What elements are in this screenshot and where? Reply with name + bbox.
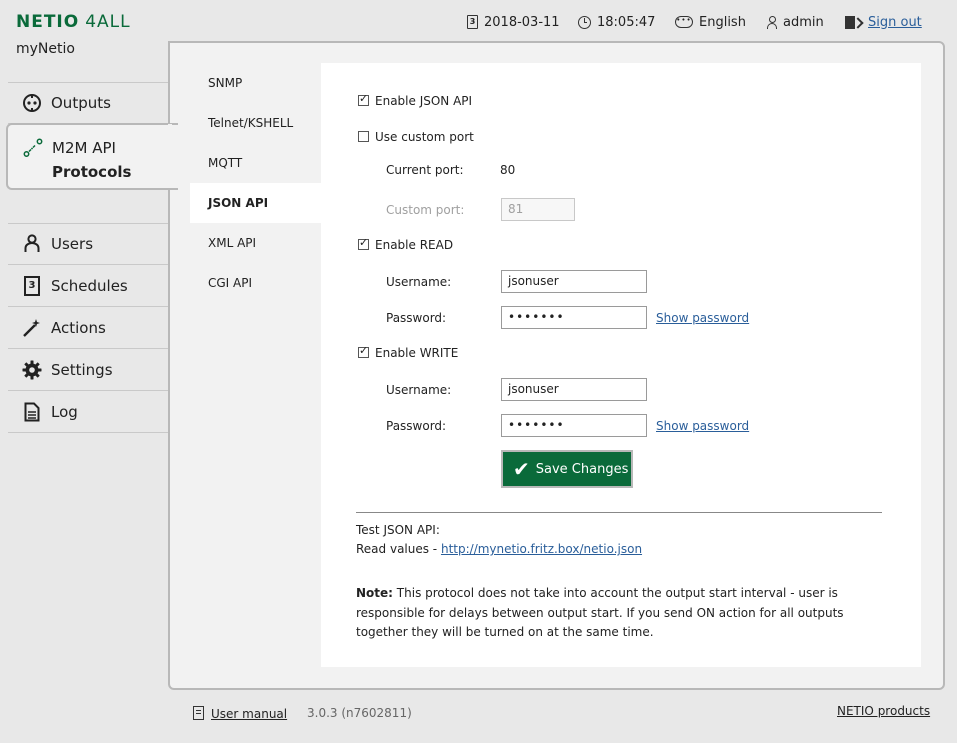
netio-products-link[interactable]: NETIO products — [837, 704, 930, 718]
schedules-icon: 3 — [22, 276, 42, 296]
language-icon: ••• — [675, 16, 693, 28]
outlet-icon — [22, 93, 42, 113]
time-display: 18:05:47 — [578, 11, 655, 33]
enable-json-checkbox[interactable] — [358, 92, 369, 106]
sign-out-icon — [845, 15, 855, 29]
user-manual-text[interactable]: User manual — [211, 707, 287, 721]
logo-main: NETIO — [16, 12, 80, 32]
note-label: Note: — [356, 586, 393, 600]
device-name: myNetio — [16, 41, 75, 57]
user-manual-link[interactable]: User manual — [193, 706, 287, 721]
write-username-input[interactable]: jsonuser — [501, 378, 647, 401]
nav-label-outputs: Outputs — [51, 94, 111, 112]
enable-write-checkbox[interactable] — [358, 344, 369, 358]
nav-item-log[interactable]: Log — [8, 392, 169, 433]
write-username-label: Username: — [386, 383, 452, 397]
read-username-input[interactable]: jsonuser — [501, 270, 647, 293]
sign-out-link[interactable]: Sign out — [845, 11, 922, 33]
enable-read-checkbox[interactable] — [358, 236, 369, 250]
note-body: This protocol does not take into account… — [356, 586, 844, 639]
nav-item-settings[interactable]: Settings — [8, 350, 169, 391]
read-show-password-link[interactable]: Show password — [656, 311, 749, 325]
time-text: 18:05:47 — [597, 14, 656, 30]
nav-item-actions[interactable]: Actions — [8, 308, 169, 349]
nav-label-actions: Actions — [51, 319, 106, 337]
date-display: 3 2018-03-11 — [467, 11, 560, 33]
checkmark-icon: ✔ — [513, 457, 530, 481]
read-values-link[interactable]: http://mynetio.fritz.box/netio.json — [441, 542, 642, 556]
nav-item-users[interactable]: Users — [8, 224, 169, 265]
nav-label-m2m: M2M API Protocols — [52, 136, 131, 184]
clock-icon — [578, 15, 591, 29]
document-icon — [193, 706, 204, 720]
save-changes-button[interactable]: ✔ Save Changes — [501, 450, 633, 488]
user-icon — [767, 15, 777, 29]
read-password-input[interactable]: ••••••• — [501, 306, 647, 329]
enable-write-label: Enable WRITE — [375, 346, 459, 360]
read-password-label: Password: — [386, 311, 447, 325]
m2m-icon — [23, 138, 43, 157]
section-divider — [356, 512, 882, 513]
enable-json-label: Enable JSON API — [375, 94, 473, 108]
current-port-label: Current port: — [386, 163, 464, 177]
json-api-content — [321, 63, 921, 667]
custom-port-label: Custom port: — [386, 203, 465, 217]
nav-label-log: Log — [51, 403, 78, 421]
panel-joint — [168, 124, 172, 187]
subtab-xml-api[interactable]: XML API — [190, 223, 321, 263]
test-json-title: Test JSON API: — [356, 523, 440, 537]
nav-label-schedules: Schedules — [51, 277, 128, 295]
nav-item-outputs[interactable]: Outputs — [8, 83, 169, 124]
subtab-json-api[interactable]: JSON API — [190, 183, 321, 223]
language-selector[interactable]: ••• English — [675, 11, 746, 33]
read-values-line: Read values - http://mynetio.fritz.box/n… — [356, 542, 642, 556]
gear-icon — [22, 360, 42, 380]
netio-logo: NETIO 4ALL — [16, 12, 131, 32]
subtab-snmp[interactable]: SNMP — [190, 63, 321, 103]
note-text: Note: This protocol does not take into a… — [356, 584, 886, 643]
user-text[interactable]: admin — [783, 15, 824, 30]
read-username-label: Username: — [386, 275, 452, 289]
custom-port-input[interactable]: 81 — [501, 198, 575, 221]
nav-item-schedules[interactable]: 3 Schedules — [8, 266, 169, 307]
current-port-value: 80 — [500, 163, 516, 177]
firmware-version: 3.0.3 (n7602811) — [307, 706, 412, 720]
use-custom-port-label: Use custom port — [375, 130, 474, 144]
read-values-prefix: Read values - — [356, 542, 441, 556]
language-text[interactable]: English — [699, 15, 746, 30]
nav-label-m2m-line2: Protocols — [52, 163, 132, 181]
users-icon — [22, 234, 42, 254]
nav-label-users: Users — [51, 235, 94, 253]
save-changes-label: Save Changes — [535, 461, 629, 477]
subtab-cgi-api[interactable]: CGI API — [190, 263, 321, 303]
nav-label-m2m-line1: M2M API — [52, 139, 116, 157]
nav-item-m2m-api[interactable]: M2M API Protocols — [6, 123, 178, 190]
subtab-telnet[interactable]: Telnet/KSHELL — [190, 103, 321, 143]
date-text: 2018-03-11 — [484, 14, 560, 30]
use-custom-port-checkbox[interactable] — [358, 131, 369, 142]
write-password-input[interactable]: ••••••• — [501, 414, 647, 437]
schedules-glyph: 3 — [24, 276, 40, 296]
nav-label-settings: Settings — [51, 361, 113, 379]
calendar-icon: 3 — [467, 15, 478, 29]
logo-suffix: 4ALL — [85, 12, 131, 32]
enable-read-label: Enable READ — [375, 238, 454, 252]
subtab-mqtt[interactable]: MQTT — [190, 143, 321, 183]
write-password-label: Password: — [386, 419, 447, 433]
sign-out-text[interactable]: Sign out — [868, 15, 922, 30]
magic-wand-icon — [22, 318, 42, 338]
user-display[interactable]: admin — [767, 11, 824, 33]
log-icon — [22, 402, 42, 422]
write-show-password-link[interactable]: Show password — [656, 419, 749, 433]
netio-products-text[interactable]: NETIO products — [837, 704, 930, 718]
